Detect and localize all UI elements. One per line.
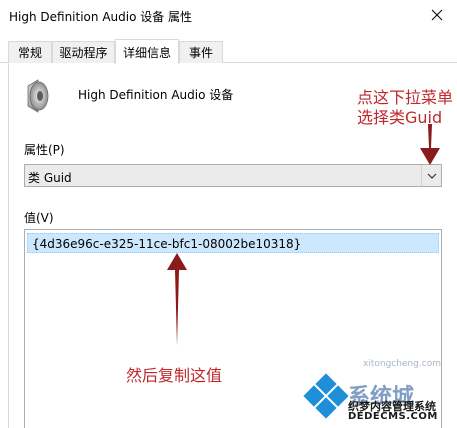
device-name: High Definition Audio 设备 [78, 88, 234, 102]
tab-label: 事件 [188, 46, 213, 60]
arrow-down-icon [420, 124, 440, 165]
tab-events[interactable]: 事件 [179, 41, 223, 63]
tab-strip: 常规 驱动程序 详细信息 事件 [0, 39, 457, 64]
watermark-line3: DEDECMS.COM [348, 411, 438, 422]
property-label: 属性(P) [24, 143, 65, 157]
window-title: High Definition Audio 设备 属性 [9, 10, 193, 24]
chevron-down-icon [427, 173, 436, 179]
value-label: 值(V) [24, 211, 54, 225]
tab-details[interactable]: 详细信息 [115, 39, 179, 64]
tab-label: 常规 [17, 46, 42, 60]
guid-value: {4d36e96c-e325-11ce-bfc1-08002be10318} [32, 237, 302, 251]
list-item[interactable]: {4d36e96c-e325-11ce-bfc1-08002be10318} [27, 233, 439, 253]
close-button[interactable] [417, 0, 457, 30]
annotation-copy-hint: 然后复制这值 [126, 366, 223, 385]
annotation-dropdown-hint: 点这下拉菜单 选择类Guid [357, 88, 453, 128]
property-selected-value: 类 Guid [28, 171, 72, 185]
tab-label: 驱动程序 [59, 46, 108, 60]
title-bar: High Definition Audio 设备 属性 [0, 0, 457, 32]
close-icon [431, 9, 443, 21]
speaker-icon [27, 79, 49, 113]
tab-general[interactable]: 常规 [8, 41, 52, 63]
annotation-line: 点这下拉菜单 [357, 88, 454, 107]
arrow-up-icon [167, 253, 187, 346]
dropdown-button[interactable] [421, 165, 441, 186]
tab-driver[interactable]: 驱动程序 [52, 41, 115, 63]
property-dropdown[interactable]: 类 Guid [24, 164, 442, 187]
tab-label: 详细信息 [122, 45, 171, 60]
